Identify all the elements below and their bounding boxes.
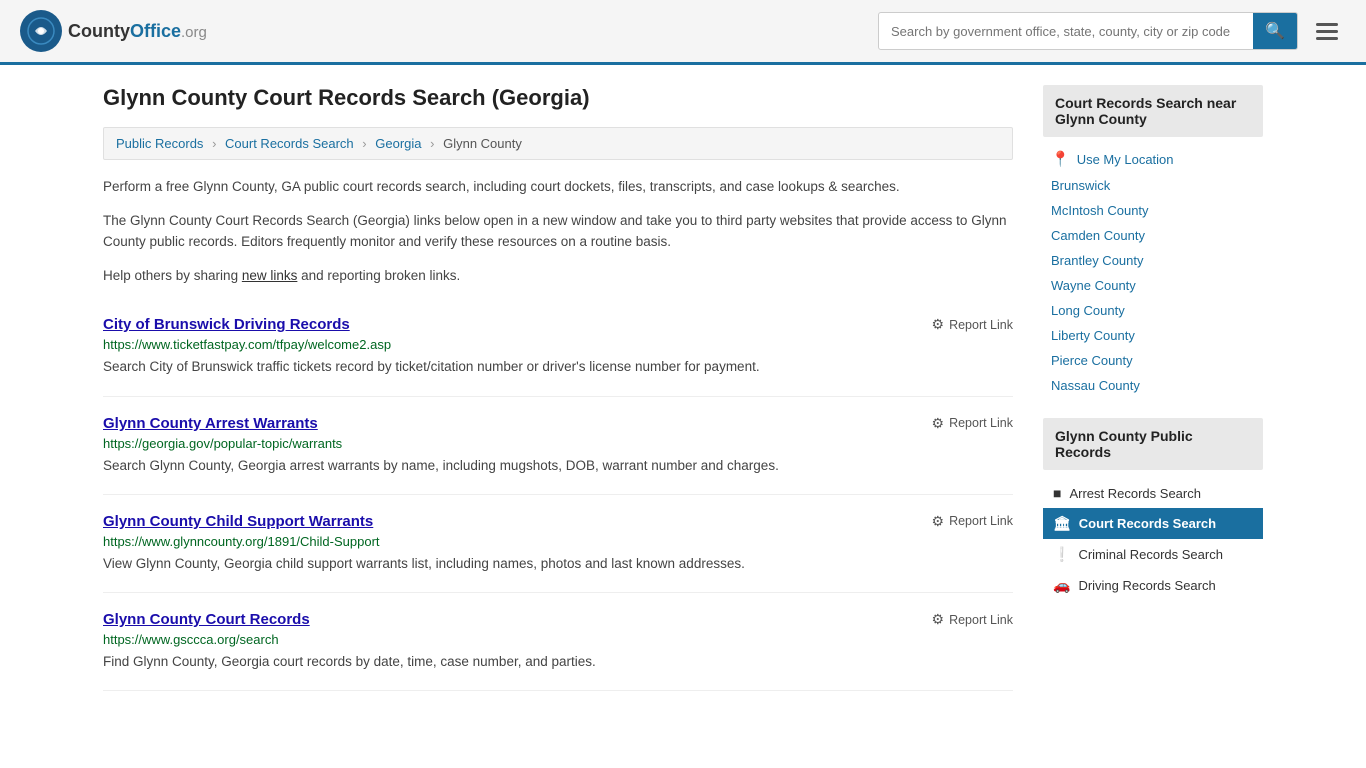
report-icon: ⚙ <box>932 415 945 432</box>
results-container: City of Brunswick Driving Records ⚙ Repo… <box>103 298 1013 691</box>
nav-item[interactable]: 🏛 Court Records Search <box>1043 508 1263 539</box>
report-link[interactable]: ⚙ Report Link <box>932 611 1014 628</box>
nav-item-icon: ■ <box>1053 485 1061 501</box>
result-url[interactable]: https://georgia.gov/popular-topic/warran… <box>103 436 1013 451</box>
breadcrumb-court-records[interactable]: Court Records Search <box>225 136 354 151</box>
result-url[interactable]: https://www.glynncounty.org/1891/Child-S… <box>103 534 1013 549</box>
location-pin-icon: 📍 <box>1051 150 1070 168</box>
result-item: Glynn County Child Support Warrants ⚙ Re… <box>103 495 1013 593</box>
report-label: Report Link <box>949 613 1013 627</box>
result-title[interactable]: City of Brunswick Driving Records <box>103 316 350 333</box>
breadcrumb-sep3: › <box>430 136 434 151</box>
nav-item[interactable]: 🚗 Driving Records Search <box>1043 570 1263 601</box>
result-desc: View Glynn County, Georgia child support… <box>103 554 1013 574</box>
report-link[interactable]: ⚙ Report Link <box>932 513 1014 530</box>
nearby-link[interactable]: Wayne County <box>1043 273 1263 298</box>
nearby-link[interactable]: Pierce County <box>1043 348 1263 373</box>
nearby-section-title: Court Records Search near Glynn County <box>1043 85 1263 137</box>
breadcrumb-georgia[interactable]: Georgia <box>375 136 421 151</box>
breadcrumb: Public Records › Court Records Search › … <box>103 127 1013 160</box>
nearby-link[interactable]: Brunswick <box>1043 173 1263 198</box>
records-section: Glynn County Public Records ■ Arrest Rec… <box>1043 418 1263 601</box>
description-2: The Glynn County Court Records Search (G… <box>103 210 1013 253</box>
nearby-link[interactable]: Liberty County <box>1043 323 1263 348</box>
nav-items-container: ■ Arrest Records Search 🏛 Court Records … <box>1043 478 1263 601</box>
breadcrumb-current: Glynn County <box>443 136 522 151</box>
search-bar: 🔍 <box>878 12 1298 50</box>
nav-item-icon: ❕ <box>1053 546 1070 563</box>
nav-item-icon: 🏛 <box>1053 515 1071 532</box>
nav-item-icon: 🚗 <box>1053 577 1070 594</box>
nav-item-label: Arrest Records Search <box>1069 486 1201 501</box>
desc3-suffix: and reporting broken links. <box>301 268 460 283</box>
result-item: City of Brunswick Driving Records ⚙ Repo… <box>103 298 1013 396</box>
sidebar: Court Records Search near Glynn County 📍… <box>1043 85 1263 691</box>
menu-icon-line2 <box>1316 30 1338 33</box>
use-location-label: Use My Location <box>1077 152 1174 167</box>
result-url[interactable]: https://www.gsccca.org/search <box>103 632 1013 647</box>
result-item: Glynn County Court Records ⚙ Report Link… <box>103 593 1013 691</box>
nav-item[interactable]: ❕ Criminal Records Search <box>1043 539 1263 570</box>
logo-area: CountyOffice.org <box>20 10 207 52</box>
result-title-row: Glynn County Arrest Warrants ⚙ Report Li… <box>103 415 1013 432</box>
nearby-links-container: BrunswickMcIntosh CountyCamden CountyBra… <box>1043 173 1263 398</box>
report-label: Report Link <box>949 416 1013 430</box>
result-title-row: Glynn County Court Records ⚙ Report Link <box>103 611 1013 628</box>
nav-item[interactable]: ■ Arrest Records Search <box>1043 478 1263 508</box>
records-section-title: Glynn County Public Records <box>1043 418 1263 470</box>
nearby-link[interactable]: McIntosh County <box>1043 198 1263 223</box>
result-url[interactable]: https://www.ticketfastpay.com/tfpay/welc… <box>103 337 1013 352</box>
result-desc: Search City of Brunswick traffic tickets… <box>103 357 1013 377</box>
nearby-link[interactable]: Nassau County <box>1043 373 1263 398</box>
report-icon: ⚙ <box>932 611 945 628</box>
site-header: CountyOffice.org 🔍 <box>0 0 1366 65</box>
logo-icon <box>20 10 62 52</box>
result-title[interactable]: Glynn County Court Records <box>103 611 310 628</box>
menu-button[interactable] <box>1308 19 1346 44</box>
nav-item-label: Criminal Records Search <box>1078 547 1223 562</box>
nearby-link[interactable]: Brantley County <box>1043 248 1263 273</box>
nav-item-label: Court Records Search <box>1079 516 1216 531</box>
breadcrumb-sep1: › <box>212 136 216 151</box>
nearby-link[interactable]: Camden County <box>1043 223 1263 248</box>
description-1: Perform a free Glynn County, GA public c… <box>103 176 1013 198</box>
nearby-link[interactable]: Long County <box>1043 298 1263 323</box>
result-item: Glynn County Arrest Warrants ⚙ Report Li… <box>103 397 1013 495</box>
report-link[interactable]: ⚙ Report Link <box>932 415 1014 432</box>
desc3-prefix: Help others by sharing <box>103 268 238 283</box>
nav-item-label: Driving Records Search <box>1078 578 1215 593</box>
nearby-section: Court Records Search near Glynn County 📍… <box>1043 85 1263 398</box>
description-3: Help others by sharing new links and rep… <box>103 265 1013 287</box>
breadcrumb-public-records[interactable]: Public Records <box>116 136 203 151</box>
page-title: Glynn County Court Records Search (Georg… <box>103 85 1013 111</box>
search-input[interactable] <box>879 16 1253 47</box>
new-links-link[interactable]: new links <box>242 268 298 283</box>
menu-icon-line1 <box>1316 23 1338 26</box>
logo-text: CountyOffice.org <box>68 21 207 42</box>
breadcrumb-sep2: › <box>362 136 366 151</box>
report-label: Report Link <box>949 318 1013 332</box>
search-button[interactable]: 🔍 <box>1253 13 1297 49</box>
result-title-row: City of Brunswick Driving Records ⚙ Repo… <box>103 316 1013 333</box>
result-desc: Find Glynn County, Georgia court records… <box>103 652 1013 672</box>
use-location[interactable]: 📍 Use My Location <box>1043 145 1263 173</box>
report-icon: ⚙ <box>932 513 945 530</box>
content-area: Glynn County Court Records Search (Georg… <box>103 85 1013 691</box>
result-title[interactable]: Glynn County Child Support Warrants <box>103 513 373 530</box>
menu-icon-line3 <box>1316 37 1338 40</box>
result-title[interactable]: Glynn County Arrest Warrants <box>103 415 318 432</box>
result-desc: Search Glynn County, Georgia arrest warr… <box>103 456 1013 476</box>
header-right: 🔍 <box>878 12 1346 50</box>
main-container: Glynn County Court Records Search (Georg… <box>83 65 1283 711</box>
report-link[interactable]: ⚙ Report Link <box>932 316 1014 333</box>
report-icon: ⚙ <box>932 316 945 333</box>
result-title-row: Glynn County Child Support Warrants ⚙ Re… <box>103 513 1013 530</box>
report-label: Report Link <box>949 514 1013 528</box>
